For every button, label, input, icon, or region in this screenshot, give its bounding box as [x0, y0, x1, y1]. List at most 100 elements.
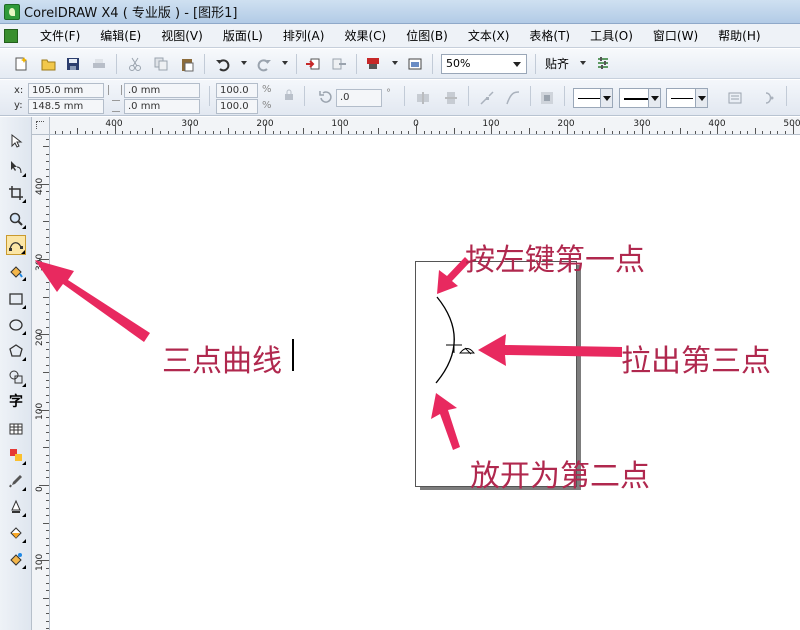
- menu-help[interactable]: 帮助(H): [710, 25, 768, 47]
- ruler-tick: [46, 454, 49, 456]
- menu-view[interactable]: 视图(V): [153, 25, 211, 47]
- ruler-tick: [408, 131, 410, 134]
- chevron-down-icon[interactable]: [695, 89, 707, 107]
- chevron-down-icon[interactable]: [600, 89, 612, 107]
- scale-x-field[interactable]: 100.0: [216, 83, 258, 98]
- ruler-tick: [43, 447, 49, 449]
- ruler-tick: [175, 131, 177, 134]
- fill-tool-icon[interactable]: [6, 523, 26, 543]
- save-icon[interactable]: [64, 55, 82, 73]
- y-position-field[interactable]: 148.5 mm: [28, 99, 104, 114]
- welcome-screen-icon[interactable]: [406, 55, 424, 73]
- interactive-blend-tool-icon[interactable]: [6, 445, 26, 465]
- menu-file[interactable]: 文件(F): [32, 25, 88, 47]
- ruler-tick: [46, 613, 49, 614]
- mirror-horizontal-icon[interactable]: [414, 89, 432, 107]
- mirror-vertical-icon[interactable]: [442, 89, 460, 107]
- ruler-tick: [46, 424, 49, 426]
- export-icon[interactable]: [330, 55, 348, 73]
- menu-window[interactable]: 窗口(W): [645, 25, 706, 47]
- lock-ratio-icon[interactable]: [280, 86, 298, 104]
- zoom-dropdown-icon[interactable]: [513, 62, 521, 67]
- ruler-tick: [205, 131, 207, 134]
- ruler-tick: [129, 131, 131, 134]
- crop-tool-icon[interactable]: [6, 183, 26, 203]
- interactive-fill-tool-icon[interactable]: [6, 549, 26, 569]
- text-tool-icon[interactable]: 字: [6, 391, 26, 411]
- zoom-level-combo[interactable]: 50%: [441, 54, 527, 74]
- menu-effects[interactable]: 效果(C): [336, 25, 394, 47]
- start-arrowhead-selector[interactable]: [573, 88, 613, 108]
- shape-tool-icon[interactable]: [6, 157, 26, 177]
- scale-y-field[interactable]: 100.0: [216, 99, 258, 114]
- ruler-tick: [46, 266, 49, 268]
- menu-table[interactable]: 表格(T): [521, 25, 578, 47]
- menu-layout[interactable]: 版面(L): [215, 25, 271, 47]
- ruler-origin[interactable]: [32, 117, 50, 135]
- smart-fill-tool-icon[interactable]: [6, 261, 26, 281]
- ruler-tick: [363, 131, 365, 134]
- ruler-tick: [43, 597, 49, 599]
- outline-tool-icon[interactable]: [6, 497, 26, 517]
- application-launcher-dropdown-icon[interactable]: [392, 61, 398, 65]
- new-document-icon[interactable]: [12, 55, 30, 73]
- object-height-field[interactable]: .0 mm: [124, 99, 200, 114]
- x-position-field[interactable]: 105.0 mm: [28, 83, 104, 98]
- document-menu-icon[interactable]: [4, 28, 18, 43]
- eyedropper-tool-icon[interactable]: [6, 471, 26, 491]
- menu-bitmaps[interactable]: 位图(B): [398, 25, 456, 47]
- ruler-tick: [46, 507, 49, 509]
- ruler-tick: [754, 128, 756, 134]
- wrap-paragraph-icon[interactable]: [538, 89, 556, 107]
- pick-tool-icon[interactable]: [6, 131, 26, 151]
- options-icon[interactable]: [594, 55, 612, 73]
- snap-to-button[interactable]: 贴齐: [545, 55, 569, 72]
- three-point-curve-tool-icon[interactable]: [6, 235, 26, 255]
- convert-outline-icon[interactable]: [760, 89, 778, 107]
- cut-icon[interactable]: [126, 55, 144, 73]
- undo-dropdown-icon[interactable]: [241, 61, 247, 65]
- copy-icon[interactable]: [152, 55, 170, 73]
- menu-edit[interactable]: 编辑(E): [92, 25, 149, 47]
- redo-icon[interactable]: [255, 55, 273, 73]
- ruler-tick: [114, 124, 116, 134]
- import-icon[interactable]: [304, 55, 322, 73]
- rectangle-tool-icon[interactable]: [6, 289, 26, 309]
- ruler-tick: [521, 131, 523, 134]
- to-curve-icon[interactable]: [504, 89, 522, 107]
- ellipse-tool-icon[interactable]: [6, 315, 26, 335]
- text-wrap-icon[interactable]: [726, 89, 744, 107]
- window-title: CorelDRAW X4 ( 专业版 ) - [图形1]: [24, 6, 238, 21]
- ruler-tick: [39, 259, 49, 261]
- application-launcher-icon[interactable]: [364, 55, 382, 73]
- polygon-tool-icon[interactable]: [6, 341, 26, 361]
- chevron-down-icon[interactable]: [648, 89, 660, 107]
- undo-icon[interactable]: [214, 55, 232, 73]
- paste-icon[interactable]: [178, 55, 196, 73]
- vertical-ruler[interactable]: 400 300 200 100 0 100: [32, 135, 50, 630]
- basic-shapes-tool-icon[interactable]: [6, 367, 26, 387]
- zoom-tool-icon[interactable]: [6, 209, 26, 229]
- table-tool-icon[interactable]: [6, 419, 26, 439]
- ruler-tick: [46, 161, 49, 163]
- redo-dropdown-icon[interactable]: [282, 61, 288, 65]
- line-style-selector[interactable]: [619, 88, 661, 108]
- ruler-tick: [46, 349, 49, 351]
- object-width-field[interactable]: .0 mm: [124, 83, 200, 98]
- ruler-tick: [566, 124, 568, 134]
- ruler-tick: [46, 567, 49, 569]
- menu-tools[interactable]: 工具(O): [582, 25, 641, 47]
- end-arrowhead-selector[interactable]: [666, 88, 708, 108]
- ruler-tick: [528, 128, 530, 134]
- horizontal-ruler[interactable]: 400 300 200 100 0 100 200 300 400 500: [50, 117, 800, 135]
- ruler-tick: [769, 131, 771, 134]
- snap-dropdown-icon[interactable]: [580, 61, 586, 65]
- ruler-tick: [438, 131, 440, 134]
- print-icon[interactable]: [90, 55, 108, 73]
- rotation-angle-field[interactable]: .0: [336, 89, 382, 107]
- ruler-tick: [46, 515, 49, 517]
- menu-arrange[interactable]: 排列(A): [275, 25, 333, 47]
- menu-text[interactable]: 文本(X): [460, 25, 518, 47]
- node-break-icon[interactable]: [478, 89, 496, 107]
- open-folder-icon[interactable]: [40, 55, 58, 73]
